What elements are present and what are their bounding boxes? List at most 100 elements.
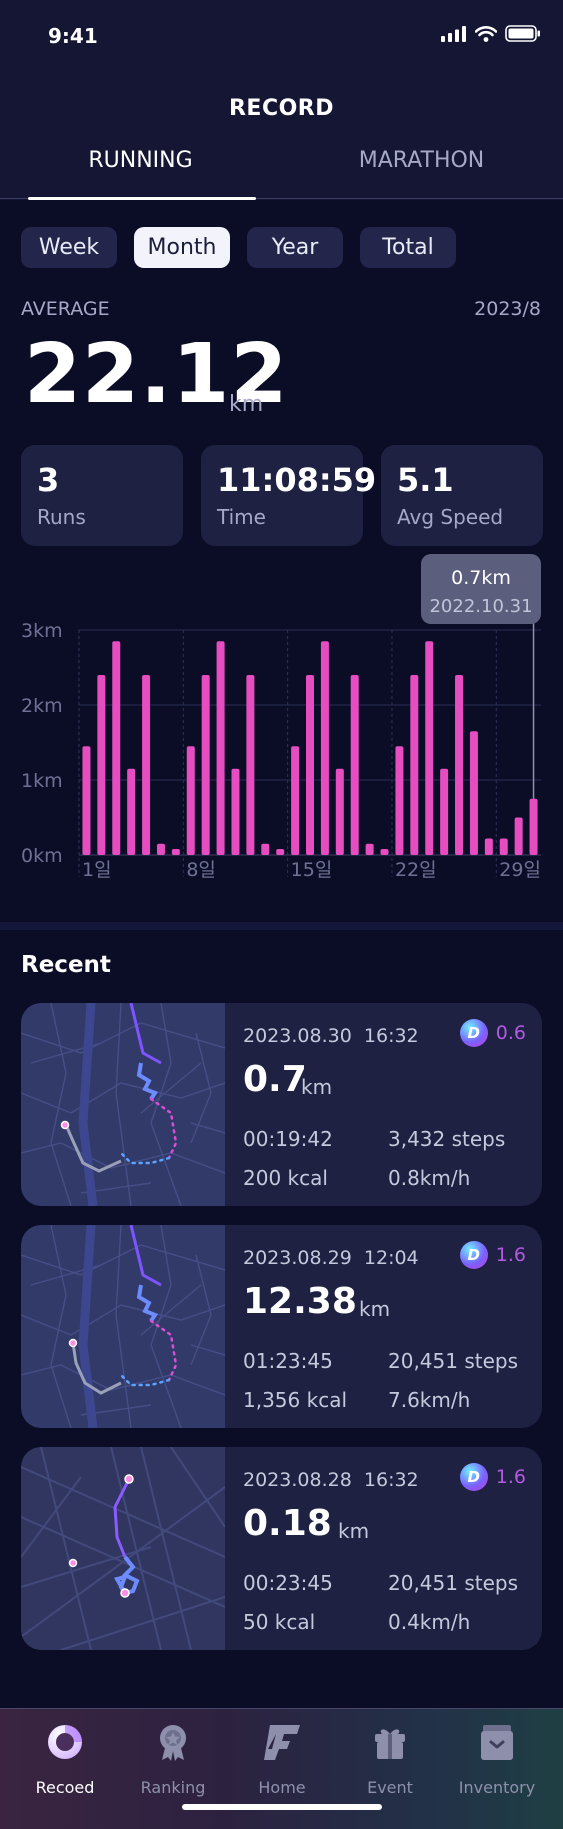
x-axis-tick-label: 15일: [291, 859, 333, 881]
chart-bar: [261, 843, 270, 855]
run-duration: 00:19:42: [243, 1127, 333, 1151]
stat-card-avg-speed: 5.1 Avg Speed: [381, 445, 543, 546]
chart-bar: [335, 768, 344, 855]
period-month-button[interactable]: Month: [134, 227, 230, 268]
chart-bar: [97, 675, 106, 855]
period-week-button[interactable]: Week: [21, 227, 117, 268]
nav-label-record: Recoed: [35, 1778, 95, 1797]
chart-bar: [186, 746, 195, 855]
tab-marathon[interactable]: MARATHON: [281, 148, 562, 173]
run-steps: 20,451 steps: [388, 1349, 519, 1373]
x-axis-tick-label: 22일: [395, 859, 437, 881]
token-reward: D 1.6: [459, 1463, 526, 1491]
status-icons: [441, 25, 541, 42]
nav-label-inventory: Inventory: [458, 1778, 536, 1797]
run-datetime: 2023.08.28 16:32: [243, 1469, 419, 1491]
stat-runs-label: Runs: [37, 505, 86, 529]
recent-run-card[interactable]: 2023.08.28 16:32 D 1.6 0.18 km 00:23:45 2…: [21, 1447, 542, 1650]
period-total-button[interactable]: Total: [360, 227, 456, 268]
x-axis-tick-label: 29일: [499, 859, 541, 881]
period-year-button[interactable]: Year: [247, 227, 343, 268]
token-coin-icon: D: [459, 1463, 488, 1491]
stat-card-time: 11:08:59 Time: [201, 445, 376, 546]
chart-bar: [291, 746, 300, 855]
stat-runs-value: 3: [37, 461, 60, 499]
chart-bar: [320, 641, 329, 855]
run-distance-unit: km: [338, 1519, 370, 1543]
run-distance-unit: km: [301, 1075, 333, 1099]
tab-running[interactable]: RUNNING: [0, 148, 281, 173]
tooltip-date: 2022.10.31: [429, 596, 532, 617]
chart-bar: [216, 641, 225, 855]
average-period-date: 2023/8: [474, 298, 541, 320]
run-distance: 0.7: [243, 1059, 307, 1100]
chart-bar: [380, 849, 389, 855]
gift-icon: [375, 1729, 405, 1759]
tab-active-indicator: [28, 197, 256, 200]
chart-bar: [395, 746, 404, 855]
section-divider: [0, 922, 563, 930]
wifi-icon: [475, 25, 497, 42]
stat-time-label: Time: [217, 505, 266, 529]
distance-bar-chart[interactable]: 0km 1km 2km 3km 1일 8일 15일 22일 29일 0.7km 2022.10.31: [0, 548, 563, 888]
chart-bar: [514, 817, 523, 855]
chart-bar: [484, 838, 493, 855]
run-duration: 01:23:45: [243, 1349, 333, 1373]
inventory-box-icon: [481, 1725, 513, 1760]
chart-bar: [201, 675, 210, 855]
recent-heading: Recent: [21, 952, 111, 978]
stat-speed-label: Avg Speed: [397, 505, 504, 529]
chart-bar: [82, 746, 91, 855]
tooltip-value: 0.7km: [451, 567, 511, 589]
run-datetime: 2023.08.29 12:04: [243, 1247, 419, 1269]
chart-bar: [156, 843, 165, 855]
route-map-thumbnail: [21, 1003, 225, 1206]
run-distance-unit: km: [359, 1297, 391, 1321]
status-bar: 9:41: [0, 0, 563, 72]
stat-time-value: 11:08:59: [217, 461, 377, 499]
chart-bar: [469, 731, 478, 855]
signal-icon: [441, 25, 466, 42]
nav-top-border: [0, 1708, 563, 1709]
nav-label-ranking: Ranking: [140, 1778, 206, 1797]
run-kcal: 1,356 kcal: [243, 1388, 348, 1412]
y-axis-tick-label: 1km: [21, 770, 63, 792]
chart-bar: [276, 849, 285, 855]
route-map-thumbnail: [21, 1225, 225, 1428]
chart-bar: [231, 768, 240, 855]
token-coin-icon: D: [459, 1019, 488, 1047]
period-selector: Week Month Year Total: [21, 227, 456, 268]
recent-run-card[interactable]: 2023.08.29 12:04 D 1.6 12.38 km 01:23:45 …: [21, 1225, 542, 1428]
run-distance: 0.18: [243, 1503, 332, 1544]
nav-item-record[interactable]: Recoed: [15, 1722, 115, 1797]
nav-item-event[interactable]: Event: [340, 1722, 440, 1797]
ranking-medal-icon: [160, 1725, 186, 1761]
token-coin-icon: D: [459, 1241, 488, 1269]
y-axis-tick-label: 3km: [21, 620, 63, 642]
run-duration: 00:23:45: [243, 1571, 333, 1595]
nav-item-ranking[interactable]: Ranking: [123, 1722, 223, 1797]
run-datetime: 2023.08.30 16:32: [243, 1025, 419, 1047]
nav-item-inventory[interactable]: Inventory: [447, 1722, 547, 1797]
chart-bar: [455, 675, 464, 855]
chart-bar: [440, 768, 449, 855]
recent-run-card[interactable]: 2023.08.30 16:32 D 0.6 0.7 km 00:19:42 3,…: [21, 1003, 542, 1206]
status-time: 9:41: [48, 24, 98, 48]
chart-bar: [171, 849, 180, 855]
average-label: AVERAGE: [21, 298, 110, 320]
nav-label-event: Event: [367, 1778, 413, 1797]
record-icon: [48, 1725, 82, 1759]
run-steps: 20,451 steps: [388, 1571, 519, 1595]
token-reward: D 0.6: [459, 1019, 526, 1047]
x-axis-tick-label: 8일: [186, 859, 216, 881]
run-kcal: 200 kcal: [243, 1166, 328, 1190]
chart-bar: [350, 675, 359, 855]
y-axis-tick-label: 2km: [21, 695, 63, 717]
chart-bar: [425, 641, 434, 855]
page-title: RECORD: [228, 96, 335, 121]
home-logo-icon: [264, 1725, 300, 1760]
chart-bar: [127, 768, 136, 855]
bottom-navigation: Recoed Ranking Home Event Inventory: [0, 1708, 563, 1829]
nav-item-home[interactable]: Home: [232, 1722, 332, 1797]
chart-bar: [246, 675, 255, 855]
